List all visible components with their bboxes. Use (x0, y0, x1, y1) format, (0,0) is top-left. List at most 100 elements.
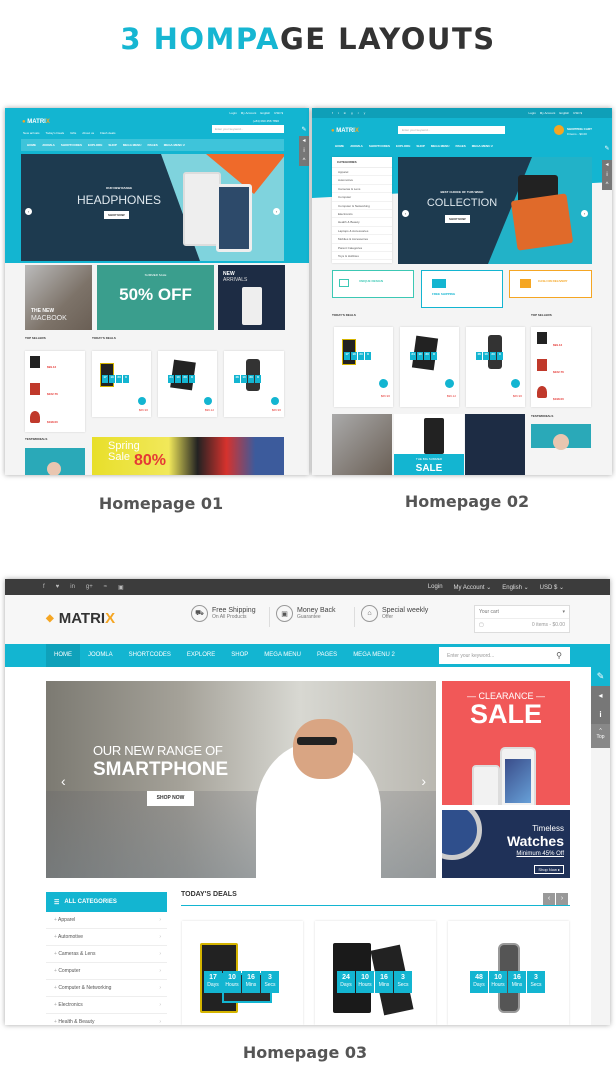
category-item[interactable]: + Electronics › (46, 997, 167, 1014)
hero-slider[interactable]: OUR NEW RANGE HEADPHONES SHOP NOW ‹ › (21, 154, 284, 261)
homepage-02-preview[interactable]: f t in g r y Login My Account English USD $ ● MA… (312, 108, 612, 475)
search-box[interactable]: Enter your keyword... ⚲ (439, 647, 570, 664)
shop-now-watches-button[interactable]: Shop Now ▸ (534, 865, 564, 874)
banner-new-arrivals[interactable] (465, 414, 525, 475)
category-item[interactable]: Automotive (332, 176, 392, 185)
google-plus-icon[interactable]: g+ (86, 584, 93, 591)
category-item[interactable]: + Computer & Networking › (46, 980, 167, 997)
search-icon[interactable]: ⚲ (556, 651, 562, 660)
add-to-cart-button[interactable] (271, 397, 279, 405)
slider-prev-button[interactable]: ‹ (61, 773, 66, 789)
add-to-cart-button[interactable] (204, 397, 212, 405)
shop-now-button[interactable]: SHOP NOW (445, 215, 470, 223)
nav-joomla[interactable]: JOOMLA (80, 644, 121, 667)
slider-next-button[interactable]: › (581, 210, 588, 217)
category-item[interactable]: Cameras & Lens (332, 185, 392, 194)
banner-spring-sale[interactable]: Spring Sale 80% (92, 437, 284, 475)
category-item[interactable]: Computer & Networking (332, 202, 392, 210)
shop-now-button[interactable]: SHOP NOW (147, 791, 194, 806)
nav-pages[interactable]: PAGES (309, 644, 345, 667)
back-to-top-button[interactable]: ^ Top (591, 724, 610, 748)
category-item[interactable]: + Health & Beauty › (46, 1014, 167, 1025)
banner-clearance-sale[interactable]: — CLEARANCE — SALE (442, 681, 570, 805)
search-input[interactable]: Enter your keyword... (212, 125, 284, 133)
banner-summer-sale[interactable]: THE BIG SUMMER SALE (394, 414, 464, 475)
deal-card[interactable]: 48 10 23 8 $66.96 (224, 351, 284, 417)
hero-slider[interactable]: BEST CHOICE OF THIS WEEK COLLECTION SHOP… (398, 157, 592, 264)
banner-macbook[interactable]: THE NEW MACBOOK (25, 265, 92, 330)
megaphone-icon[interactable]: ◂ (299, 136, 309, 146)
language-dropdown[interactable]: English ⌄ (502, 584, 528, 591)
deals-prev-button[interactable]: ‹ (543, 893, 555, 905)
info-icon[interactable]: i (299, 146, 309, 156)
add-to-cart-button[interactable] (138, 397, 146, 405)
back-to-top-button[interactable]: ^ (602, 180, 612, 190)
megaphone-icon[interactable]: ◂ (602, 160, 612, 170)
deal-card[interactable]: 24 Days 10 Hours 16 Mins 3 Secs (315, 921, 436, 1025)
category-item[interactable]: + Apparel › (46, 912, 167, 929)
nav-shop[interactable]: SHOP (223, 644, 256, 667)
cart-icon[interactable] (554, 125, 564, 135)
wrench-icon[interactable]: ✎ (591, 667, 610, 686)
nav-mega-menu-2[interactable]: MEGA MENU 2 (345, 644, 403, 667)
logo[interactable]: ◆ MATRIX (46, 610, 115, 627)
slider-prev-button[interactable]: ‹ (25, 208, 32, 215)
add-to-cart-button[interactable] (445, 379, 454, 388)
category-item[interactable]: Toys & Hobbies (332, 252, 392, 261)
banner-macbook[interactable] (332, 414, 392, 475)
homepage-01-preview[interactable]: Login My Account English USD $ ● MATRIX … (5, 108, 309, 475)
category-item[interactable]: Mobiles & Accessories (332, 235, 392, 244)
back-to-top-button[interactable]: ^ (299, 156, 309, 166)
category-item[interactable]: Laptops & Accessories (332, 227, 392, 236)
logo[interactable]: ● MATRIX (22, 119, 50, 125)
facebook-icon[interactable]: f (43, 584, 45, 591)
banner-summer-sale[interactable]: SUMMER SALE 50% OFF (97, 265, 214, 330)
category-item[interactable]: + Cameras & Lens › (46, 946, 167, 963)
deal-card[interactable]: 17 10 23 8 $66.96 (334, 327, 393, 407)
deal-card[interactable]: 48 10 23 8 $66.96 (466, 327, 525, 407)
slider-next-button[interactable]: › (421, 773, 426, 789)
nav-home[interactable]: HOME (46, 644, 80, 667)
info-icon[interactable]: i (602, 170, 612, 180)
category-item[interactable]: Parent Categories (332, 244, 392, 252)
add-to-cart-button[interactable] (379, 379, 388, 388)
nav-mega-menu[interactable]: MEGA MENU (256, 644, 309, 667)
login-link[interactable]: Login (428, 584, 443, 591)
info-icon[interactable]: i (591, 705, 610, 724)
deal-card[interactable]: 17 10 23 8 $66.96 (92, 351, 151, 417)
banner-new-arrivals[interactable]: NEW ARRIVALS (218, 265, 285, 330)
currency-dropdown[interactable]: USD $ ⌄ (540, 584, 564, 591)
slider-prev-button[interactable]: ‹ (402, 210, 409, 217)
youtube-icon[interactable]: ▣ (118, 584, 124, 591)
banner-watches[interactable]: Timeless Watches Minimum 45% Off Shop No… (442, 810, 570, 878)
wrench-icon[interactable]: ✎ (299, 125, 309, 135)
hero-slider[interactable]: OUR NEW RANGE OF SMARTPHONE SHOP NOW ‹ › (46, 681, 436, 878)
category-item[interactable]: Computer (332, 193, 392, 202)
logo[interactable]: ● MATRIX (331, 128, 359, 134)
nav-explore[interactable]: EXPLORE (179, 644, 223, 667)
category-item[interactable]: + Automotive › (46, 929, 167, 946)
my-account-dropdown[interactable]: My Account ⌄ (454, 584, 492, 591)
deal-card[interactable]: 48 Days 10 Hours 16 Mins 3 Secs (448, 921, 569, 1025)
nav-shortcodes[interactable]: SHORTCODES (121, 644, 179, 667)
search-input[interactable]: Enter your keyword... (447, 653, 494, 659)
cart-dropdown[interactable]: Your cart ▾ ▢ 0 items - $0.00 (474, 605, 570, 633)
category-item[interactable]: Health & Beauty (332, 218, 392, 227)
category-item[interactable]: Electronics (332, 210, 392, 219)
deal-card[interactable]: 24 10 23 8 $99.12 (158, 351, 217, 417)
add-to-cart-button[interactable] (511, 379, 520, 388)
linkedin-icon[interactable]: in (70, 584, 75, 591)
deals-next-button[interactable]: › (556, 893, 568, 905)
deal-card[interactable]: 24 10 23 8 $99.12 (400, 327, 459, 407)
rss-icon[interactable]: ≈ (104, 584, 107, 591)
wrench-icon[interactable]: ✎ (602, 144, 612, 154)
twitter-icon[interactable]: ♥ (56, 584, 60, 591)
homepage-03-preview[interactable]: f ♥ in g+ ≈ ▣ Login My Account ⌄ English ⌄ US… (5, 579, 610, 1025)
search-input[interactable]: Enter your keyword... (398, 126, 505, 134)
shop-now-button[interactable]: SHOP NOW (104, 211, 129, 219)
deal-card[interactable]: 17 Days 10 Hours 16 Mins 3 Secs (182, 921, 303, 1025)
megaphone-icon[interactable]: ◂ (591, 686, 610, 705)
slider-next-button[interactable]: › (273, 208, 280, 215)
category-item[interactable]: Apparel (332, 168, 392, 177)
all-categories-header[interactable]: ☰ ALL CATEGORIES (46, 892, 167, 912)
